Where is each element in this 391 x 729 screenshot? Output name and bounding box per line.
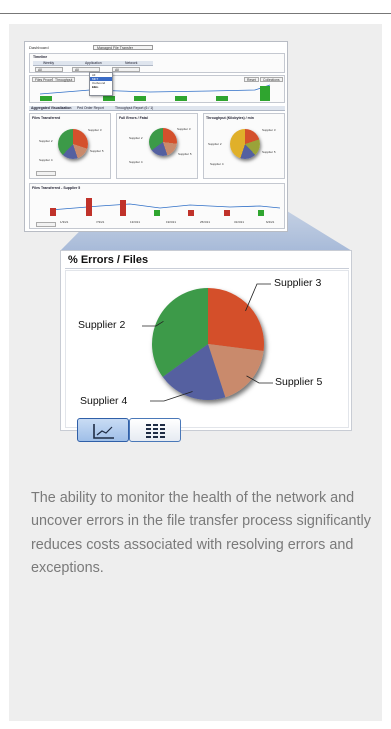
pie-panel-errors: Full Errors / Fatal Supplier 3 Supplier … [116, 113, 198, 179]
mini-bar [134, 96, 146, 101]
slice-label-supplier-5: Supplier 5 [275, 376, 323, 388]
pie-slice-label: Supplier 4 [39, 158, 53, 162]
mini-view-toggle[interactable] [36, 171, 56, 176]
timeline-filter-box: Timeline Weekly Application Network All … [29, 53, 285, 73]
widget-title: % Errors / Files [68, 254, 149, 266]
mini-bar [216, 96, 228, 101]
trend-line [49, 203, 281, 211]
mini-bar [40, 96, 52, 101]
pie-slice-label: Supplier 3 [262, 128, 276, 132]
tab-weekly[interactable]: Weekly [43, 61, 54, 66]
mini-bar [50, 208, 56, 216]
mini-bar [188, 210, 194, 216]
description-text: The ability to monitor the health of the… [31, 490, 371, 577]
pie-title: Files Transferred [32, 116, 61, 120]
filter-select-1[interactable]: All [35, 67, 63, 72]
mini-pie-chart [149, 128, 177, 156]
network-dropdown-menu[interactable]: All MFT Outbound Files EDI [89, 72, 113, 96]
mini-bar [258, 210, 264, 216]
throughput-line [39, 84, 271, 95]
filter-select-3[interactable]: All [112, 67, 140, 72]
tick-label: 19/3/21 [166, 220, 177, 224]
tick-label: 31/3/21 [234, 220, 245, 224]
title-divider [65, 268, 349, 269]
mini-bar [103, 96, 115, 101]
tick-label: 1/3/21 [60, 220, 69, 224]
line-chart-view-button[interactable] [77, 418, 129, 442]
supplier-bar-chart: Files Transferred - Supplier 5 1/3/21 7/… [29, 183, 285, 229]
mini-view-toggle[interactable] [36, 222, 56, 227]
dropdown-option[interactable]: EDI [90, 85, 112, 89]
mini-bar [86, 198, 92, 216]
mini-pie-chart [58, 129, 88, 159]
pie-slice-supplier-3 [208, 288, 264, 352]
pie-slice-label: Supplier 4 [210, 162, 224, 166]
pie-plot-area: Supplier 3 Supplier 2 Supplier 5 Supplie… [65, 270, 349, 428]
slice-label-supplier-4: Supplier 4 [80, 395, 128, 407]
mini-bar [154, 210, 160, 216]
pie-slice-label: Supplier 4 [129, 160, 143, 164]
mini-bar [260, 86, 270, 101]
pie-slice-label: Supplier 3 [88, 128, 102, 132]
pie-slice-label: Supplier 2 [129, 136, 143, 140]
throughput-chart-box: Files Processed Throughput Reset Collect… [29, 75, 285, 103]
table-view-button[interactable] [129, 418, 181, 442]
tick-label: 25/3/21 [200, 220, 211, 224]
dashboard-thumbnail[interactable]: Dashboard Managed File Transfer Timeline… [24, 41, 288, 232]
pie-panel-throughput: Throughput (Kilobytes) / min Supplier 3 … [203, 113, 285, 179]
pie-panel-files: Files Transferred Supplier 3 Supplier 2 … [29, 113, 111, 179]
pie-slice-label: Supplier 2 [39, 139, 53, 143]
tab-ped-order[interactable]: Ped Order Report [77, 106, 104, 111]
table-grid-icon [146, 424, 165, 438]
dashboard-selector-row: Dashboard Managed File Transfer [29, 45, 229, 51]
pie-slice-label: Supplier 2 [208, 142, 222, 146]
tab-application[interactable]: Application [85, 61, 102, 66]
filter-tabs: Weekly Application Network [33, 61, 153, 66]
mini-bar [175, 96, 187, 101]
section-tabs: Aggregated Visualization Ped Order Repor… [29, 106, 285, 111]
pie-title: Full Errors / Fatal [119, 116, 148, 120]
dashboard-label: Dashboard [29, 45, 49, 50]
tick-label: 13/3/21 [130, 220, 141, 224]
pie-slice-label: Supplier 3 [177, 127, 191, 131]
dashboard-select[interactable]: Managed File Transfer [93, 45, 153, 50]
mini-bar [224, 210, 230, 216]
line-chart-icon [93, 424, 114, 439]
tab-aggregated[interactable]: Aggregated Visualization [31, 106, 71, 111]
timeline-label: Timeline [33, 55, 48, 59]
pie-title: Throughput (Kilobytes) / min [206, 116, 254, 120]
tab-throughput-report[interactable]: Throughput Report (6 / 1) [115, 106, 153, 111]
mini-bar [120, 200, 126, 216]
tick-label: 6/4/21 [266, 220, 275, 224]
mini-pie-chart [230, 129, 260, 159]
tab-network[interactable]: Network [125, 61, 137, 66]
errors-files-widget: % Errors / Files Supplier 3 Supplier 2 S… [60, 250, 352, 431]
slice-label-supplier-3: Supplier 3 [274, 277, 322, 289]
pie-slice-label: Supplier 5 [178, 152, 192, 156]
tick-label: 7/3/21 [96, 220, 105, 224]
pie-slice-label: Supplier 5 [90, 149, 104, 153]
slice-label-supplier-2: Supplier 2 [78, 319, 126, 331]
pie-slice-label: Supplier 5 [262, 150, 276, 154]
